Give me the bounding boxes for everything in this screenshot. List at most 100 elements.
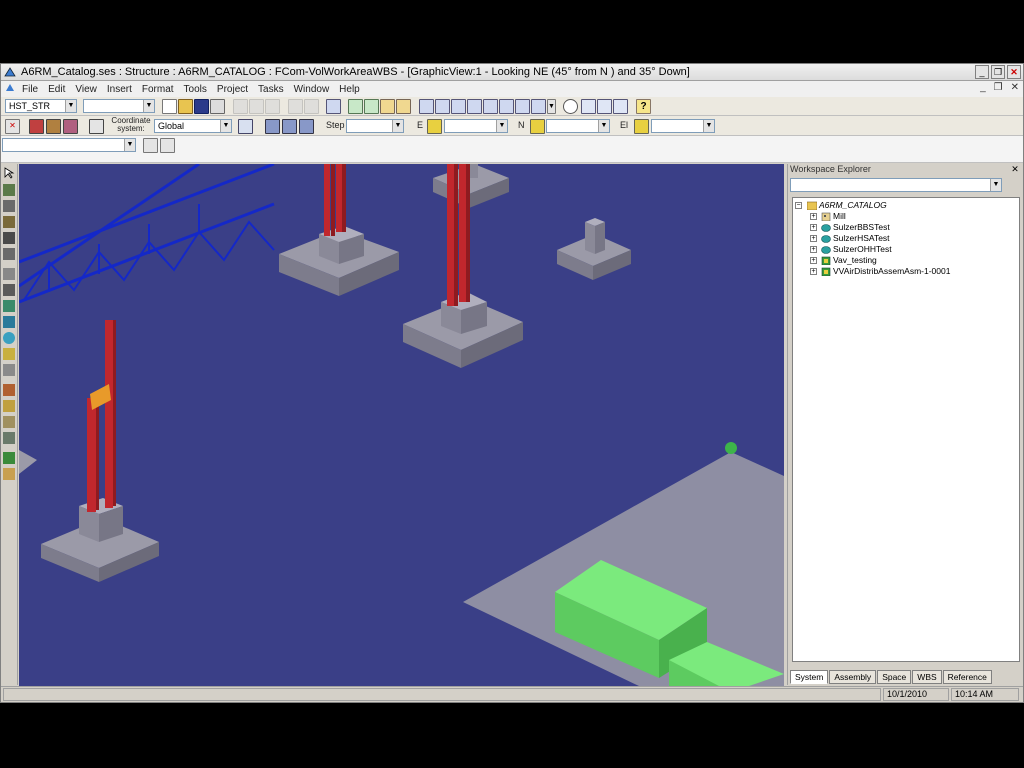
snap-icon[interactable] (63, 119, 78, 134)
el-lock-icon[interactable] (634, 119, 649, 134)
place-door-icon[interactable] (3, 468, 15, 480)
expand-icon[interactable]: + (810, 268, 817, 275)
menu-format[interactable]: Format (137, 84, 179, 95)
el-combo[interactable]: ▼ (651, 119, 715, 133)
graphic-view[interactable] (19, 164, 784, 686)
expand-icon[interactable]: + (810, 213, 817, 220)
place-wall-icon[interactable] (3, 284, 15, 296)
properties-icon[interactable] (380, 99, 395, 114)
coordinate-system-combo[interactable]: Global ▼ (154, 119, 232, 133)
mdi-restore-button[interactable]: ❐ (994, 82, 1003, 93)
mdi-minimize-button[interactable]: _ (980, 82, 986, 93)
fit-icon[interactable] (597, 99, 612, 114)
place-handrail-icon[interactable] (3, 348, 15, 360)
copy-icon[interactable] (249, 99, 264, 114)
delete-icon[interactable] (265, 99, 280, 114)
undo-icon[interactable] (326, 99, 341, 114)
expand-icon[interactable]: + (810, 235, 817, 242)
place-member-icon[interactable] (3, 184, 15, 196)
view-top-icon[interactable] (467, 99, 482, 114)
walk-icon[interactable] (515, 99, 530, 114)
lock-z-icon[interactable] (299, 119, 314, 134)
select-tool-icon[interactable] (348, 99, 363, 114)
e-combo[interactable]: ▼ (444, 119, 508, 133)
close-button[interactable]: ✕ (1007, 65, 1021, 79)
expand-icon[interactable]: + (810, 224, 817, 231)
view-side-icon[interactable] (451, 99, 466, 114)
rotate-icon[interactable] (304, 99, 319, 114)
lock-x-icon[interactable] (265, 119, 280, 134)
filter-combo[interactable]: ▼ (83, 99, 155, 113)
place-column-icon[interactable] (3, 200, 15, 212)
print-icon[interactable] (210, 99, 225, 114)
n-combo[interactable]: ▼ (546, 119, 610, 133)
place-equipment-foundation-icon[interactable] (3, 332, 15, 344)
menu-file[interactable]: File (17, 84, 43, 95)
clip-icon[interactable] (531, 99, 546, 114)
locate-icon[interactable] (143, 138, 158, 153)
collapse-icon[interactable]: − (795, 202, 802, 209)
place-ladder-icon[interactable] (3, 364, 15, 376)
menu-window[interactable]: Window (289, 84, 335, 95)
expand-icon[interactable]: + (810, 246, 817, 253)
mdi-system-icon[interactable] (1, 83, 17, 96)
tab-reference[interactable]: Reference (942, 670, 992, 684)
place-stair-icon[interactable] (3, 384, 15, 396)
pinpoint-icon[interactable] (46, 119, 61, 134)
place-slab-icon[interactable] (3, 268, 15, 280)
mdi-close-button[interactable]: ✕ (1011, 82, 1019, 93)
menu-tools[interactable]: Tools (179, 84, 212, 95)
place-trim-icon[interactable] (3, 416, 15, 428)
lock-y-icon[interactable] (282, 119, 297, 134)
pan-icon[interactable] (499, 99, 514, 114)
minimize-button[interactable]: _ (975, 65, 989, 79)
new-icon[interactable] (162, 99, 177, 114)
refresh-icon[interactable] (613, 99, 628, 114)
tab-wbs[interactable]: WBS (912, 670, 942, 684)
save-icon[interactable] (194, 99, 209, 114)
place-opening-icon[interactable] (3, 300, 15, 312)
locate-filter-combo[interactable]: ▼ (2, 138, 136, 152)
open-icon[interactable] (178, 99, 193, 114)
n-lock-icon[interactable] (530, 119, 545, 134)
menu-edit[interactable]: Edit (43, 84, 70, 95)
explorer-filter-combo[interactable]: ▼ (790, 178, 1002, 192)
hierarchy-icon[interactable] (396, 99, 411, 114)
move-icon[interactable] (288, 99, 303, 114)
menu-project[interactable]: Project (212, 84, 253, 95)
view-rotate-icon[interactable] (483, 99, 498, 114)
maximize-button[interactable]: ❐ (991, 65, 1005, 79)
task-combo[interactable]: HST_STR ▼ (5, 99, 77, 113)
clear-select-icon[interactable]: ✕ (5, 119, 20, 134)
zoom-icon[interactable] (563, 99, 578, 114)
coordinate-tool-icon[interactable] (238, 119, 253, 134)
step-combo[interactable]: ▼ (346, 119, 404, 133)
menu-help[interactable]: Help (334, 84, 365, 95)
menu-tasks[interactable]: Tasks (253, 84, 289, 95)
menu-insert[interactable]: Insert (102, 84, 137, 95)
expand-icon[interactable]: + (810, 257, 817, 264)
menu-view[interactable]: View (70, 84, 102, 95)
tab-space[interactable]: Space (877, 670, 912, 684)
pcs-icon[interactable] (89, 119, 104, 134)
explorer-close-icon[interactable]: ✕ (1010, 164, 1020, 174)
place-grid-icon[interactable] (3, 452, 15, 464)
place-assembly-connection-icon[interactable] (3, 400, 15, 412)
locate-options-icon[interactable] (160, 138, 175, 153)
view-iso-icon[interactable] (419, 99, 434, 114)
e-lock-icon[interactable] (427, 119, 442, 134)
measure-icon[interactable] (364, 99, 379, 114)
place-brace-icon[interactable] (3, 232, 15, 244)
place-split-icon[interactable] (3, 432, 15, 444)
help-icon[interactable]: ? (636, 99, 651, 114)
tab-assembly[interactable]: Assembly (829, 670, 877, 684)
clip-dropdown-icon[interactable]: ▼ (547, 99, 556, 114)
cut-icon[interactable] (233, 99, 248, 114)
place-frame-icon[interactable] (3, 248, 15, 260)
zoom-area-icon[interactable] (581, 99, 596, 114)
tab-system[interactable]: System (790, 670, 829, 684)
select-filter-icon[interactable] (29, 119, 44, 134)
select-arrow-icon[interactable] (3, 167, 15, 179)
view-front-icon[interactable] (435, 99, 450, 114)
place-beam-icon[interactable] (3, 216, 15, 228)
